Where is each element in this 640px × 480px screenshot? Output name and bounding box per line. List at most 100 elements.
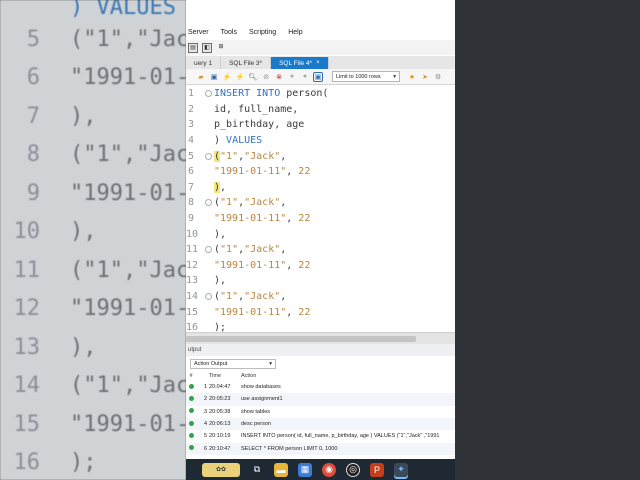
output-type-select[interactable]: Action Output ▾ — [190, 358, 276, 369]
fold-toggle-icon[interactable] — [205, 246, 212, 254]
code-text: p_birthday, age — [214, 119, 304, 130]
tab-sql-file-3[interactable]: SQL File 3* — [221, 57, 272, 69]
status-ok-icon — [186, 420, 196, 428]
new-query-icon[interactable]: ▤ — [188, 42, 198, 53]
execute-icon[interactable]: ⚡ — [222, 72, 232, 82]
table-row[interactable]: 5 20:10:19 INSERT INTO person( id, full_na… — [186, 430, 455, 442]
tab-sql-file-4[interactable]: SQL File 4* × — [271, 57, 329, 69]
code-line[interactable]: 3 p_birthday, age — [186, 117, 455, 133]
fold-toggle-icon[interactable] — [205, 152, 212, 160]
line-number: 9 — [187, 213, 194, 225]
code-token: , — [280, 197, 287, 209]
menu-server[interactable]: Server — [188, 29, 209, 36]
table-icon[interactable]: ⊞ — [216, 43, 226, 53]
fold-toggle-icon[interactable] — [205, 293, 212, 301]
row-action: show databases — [241, 384, 281, 391]
inspect-icon[interactable]: ◧ — [202, 42, 212, 53]
code-line[interactable]: 6 "1991-01-11", 22 — [186, 164, 455, 180]
stop-icon[interactable]: ⊘ — [261, 72, 271, 82]
code-line[interactable]: 1 INSERT INTO person( — [186, 86, 455, 102]
menu-help[interactable]: Help — [288, 29, 302, 36]
mysql-workbench-icon[interactable]: ✦ — [394, 462, 408, 477]
error-toggle-icon[interactable]: ⊗ — [274, 72, 284, 82]
code-line[interactable]: 7), — [186, 180, 455, 196]
code-line[interactable]: 11 ("1","Jack", — [186, 242, 455, 258]
find-icon[interactable]: ➤ — [420, 72, 430, 82]
bg-line-number: 16 — [13, 450, 41, 475]
bg-line-number: 11 — [13, 257, 41, 283]
code-text: ) VALUES — [214, 135, 262, 146]
sql-literal: 22 — [298, 259, 311, 271]
editor-horizontal-scrollbar[interactable] — [186, 332, 455, 344]
rollback-icon[interactable]: ● — [300, 72, 310, 82]
beautify-icon[interactable]: ★ — [407, 72, 417, 82]
obs-recorder-icon[interactable]: ◎ — [346, 462, 360, 477]
menu-tools[interactable]: Tools — [221, 29, 237, 36]
commit-icon[interactable]: ● — [287, 72, 297, 82]
code-line[interactable]: 4) VALUES — [186, 133, 455, 149]
sql-editor[interactable]: 1 INSERT INTO person(2 id, full_name, 3 p_bi… — [186, 86, 455, 332]
code-line[interactable]: 16); — [186, 320, 455, 332]
row-action: show tables — [241, 408, 271, 415]
row-action: use assignment1 — [241, 396, 283, 403]
code-line[interactable]: 12 "1991-01-11", 22 — [186, 258, 455, 274]
line-number: 5 — [187, 150, 194, 162]
sql-literal: "1" — [220, 197, 239, 209]
limit-rows-select[interactable]: Limit to 1000 rows ▾ — [332, 71, 400, 82]
code-line[interactable]: 2 id, full_name, — [186, 102, 455, 118]
code-token: id, full_name, — [214, 103, 299, 115]
store-icon[interactable]: ▦ — [298, 462, 312, 477]
code-text: id, full_name, — [214, 104, 298, 115]
table-row[interactable]: 4 20:06:13 desc person — [186, 417, 455, 431]
chrome-icon[interactable]: ◉ — [322, 462, 336, 477]
sql-literal: "Jack" — [244, 197, 281, 209]
code-line[interactable]: 9 "1991-01-11", 22 — [186, 211, 455, 227]
bg-line-text: ("1","Jac — [70, 257, 186, 283]
explain-icon[interactable]: 🔍︎ — [248, 72, 258, 82]
menu-scripting[interactable]: Scripting — [249, 29, 276, 36]
code-text: "1991-01-11", 22 — [214, 307, 310, 318]
autocommit-icon[interactable]: ▣ — [313, 71, 323, 82]
tab-query-1[interactable]: uery 1 — [186, 57, 222, 69]
open-file-icon[interactable]: ▰ — [196, 72, 206, 82]
code-line[interactable]: 13), — [186, 273, 455, 289]
search-bar-image-icon[interactable]: ✿✿ — [202, 462, 240, 477]
close-tab-icon[interactable]: × — [316, 60, 320, 66]
bg-line-number: 13 — [13, 334, 41, 360]
table-row[interactable]: 3 20:05:38 show tables — [186, 406, 455, 418]
fold-toggle-icon[interactable] — [205, 199, 212, 207]
action-output-table: # Time Action 1 20:04:47 show databases 2 20… — [186, 371, 455, 459]
code-line[interactable]: 5 ("1","Jack", — [186, 148, 455, 164]
execute-current-icon[interactable]: ⚡ — [235, 72, 245, 82]
chevron-down-icon: ▾ — [269, 360, 272, 367]
invisible-chars-icon[interactable]: ⚙ — [433, 72, 443, 82]
code-line[interactable]: 8 ("1","Jack", — [186, 195, 455, 211]
code-token: , — [280, 244, 287, 256]
table-row[interactable]: 6 20:10:47 SELECT * FROM person LIMIT 0, 1… — [186, 442, 455, 455]
background-left-zoom: ) VALUES 5 ("1","Jac 6 "1991-01- 7), 8 ("1","J… — [0, 0, 186, 480]
save-icon[interactable]: ▣ — [209, 72, 219, 82]
row-action: desc person — [241, 421, 271, 428]
file-explorer-icon[interactable]: ▬ — [274, 462, 288, 477]
table-row[interactable]: 1 20:04:47 show databases — [186, 381, 455, 393]
line-number: 11 — [186, 244, 199, 256]
bg-code-line: 8 ("1","Jac — [0, 136, 186, 174]
taskbar: ✿✿ ⧉ ▬ ▦ ◉ ◎ P ✦ — [186, 459, 455, 480]
row-time: 20:05:23 — [209, 396, 231, 403]
code-line[interactable]: 15 "1991-01-11", 22 — [186, 304, 455, 320]
bg-line-number: 12 — [13, 296, 41, 321]
code-text: ), — [214, 229, 226, 240]
code-line[interactable]: 14 ("1","Jack", — [186, 289, 455, 305]
table-row[interactable]: 2 20:05:23 use assignment1 — [186, 393, 455, 406]
sql-literal: "Jack" — [244, 244, 281, 256]
window-top-area — [186, 0, 455, 24]
code-line[interactable]: 10), — [186, 226, 455, 242]
bg-line-text: ); — [70, 450, 97, 475]
row-number: 1 — [203, 384, 207, 391]
powerpoint-icon[interactable]: P — [370, 462, 384, 477]
code-text: ); — [214, 322, 226, 332]
scrollbar-thumb[interactable] — [186, 336, 416, 342]
task-view-icon[interactable]: ⧉ — [250, 463, 264, 477]
row-time: 20:06:13 — [209, 421, 231, 428]
fold-toggle-icon[interactable] — [205, 90, 212, 98]
